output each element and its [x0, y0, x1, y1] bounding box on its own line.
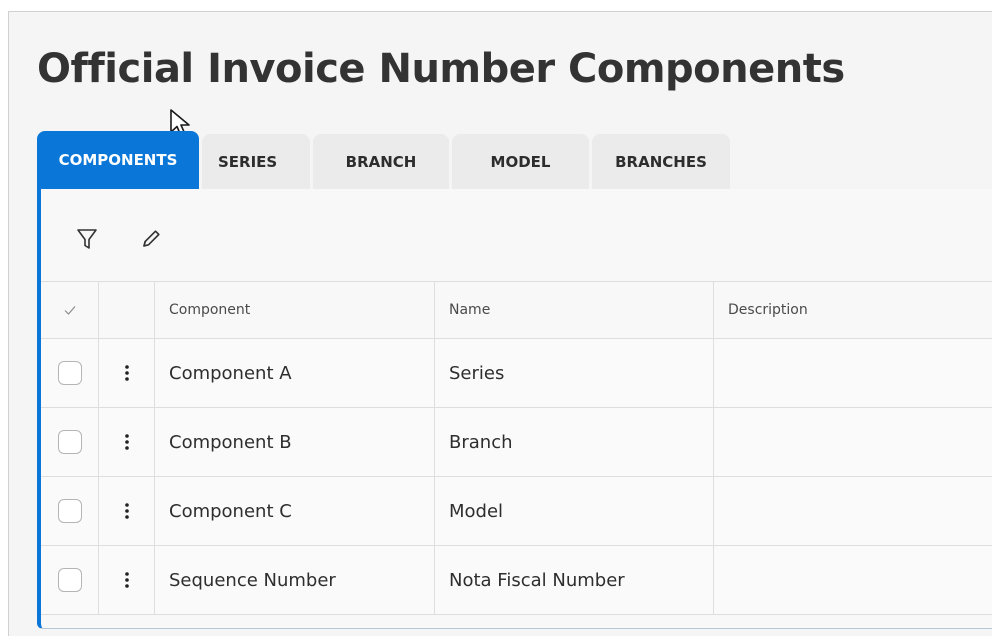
cell-description: [714, 546, 992, 614]
kebab-menu-icon: [124, 365, 129, 381]
row-menu-cell: [99, 339, 155, 407]
grid-header-row: Component Name Description: [41, 282, 992, 339]
column-header-description[interactable]: Description: [714, 282, 992, 338]
components-panel: Component Name Description Component A S…: [37, 189, 992, 629]
row-menu-cell: [99, 546, 155, 614]
table-row[interactable]: Component A Series: [41, 339, 992, 408]
row-actions-button[interactable]: [117, 568, 137, 592]
components-grid: Component Name Description Component A S…: [41, 281, 992, 615]
tab-branch-label: BRANCH: [345, 152, 417, 171]
row-checkbox-cell: [41, 477, 99, 545]
row-actions-button[interactable]: [117, 430, 137, 454]
row-actions-button[interactable]: [117, 361, 137, 385]
row-checkbox-cell: [41, 339, 99, 407]
row-menu-cell: [99, 408, 155, 476]
tab-components-label: COMPONENTS: [58, 151, 178, 169]
cell-component: Component B: [155, 408, 435, 476]
kebab-menu-icon: [124, 503, 129, 519]
tab-series-label: SERIES: [218, 152, 278, 171]
page-container: Official Invoice Number Components COMPO…: [8, 11, 992, 636]
row-checkbox-cell: [41, 546, 99, 614]
row-checkbox[interactable]: [57, 499, 82, 523]
header-menu-cell: [99, 282, 155, 338]
filter-button[interactable]: [73, 225, 101, 253]
tab-branches[interactable]: BRANCHES: [592, 134, 730, 189]
pencil-icon: [143, 230, 160, 247]
edit-button[interactable]: [137, 225, 165, 253]
grid-toolbar: [41, 189, 992, 281]
row-checkbox-cell: [41, 408, 99, 476]
row-checkbox[interactable]: [57, 568, 82, 592]
kebab-menu-icon: [124, 434, 129, 450]
table-row[interactable]: Component B Branch: [41, 408, 992, 477]
table-row[interactable]: Sequence Number Nota Fiscal Number: [41, 546, 992, 615]
row-checkbox[interactable]: [57, 361, 82, 385]
select-all-cell[interactable]: [41, 282, 99, 338]
tab-model-label: MODEL: [490, 152, 551, 171]
tab-branch[interactable]: BRANCH: [313, 134, 449, 189]
cell-description: [714, 339, 992, 407]
row-checkbox[interactable]: [57, 430, 82, 454]
tab-bar: COMPONENTS SERIES BRANCH MODEL BRANCHES: [37, 131, 730, 189]
cell-name: Series: [435, 339, 714, 407]
cell-name: Branch: [435, 408, 714, 476]
column-header-name[interactable]: Name: [435, 282, 714, 338]
kebab-menu-icon: [124, 572, 129, 588]
check-icon: [64, 306, 75, 315]
filter-icon: [77, 229, 97, 249]
cell-description: [714, 408, 992, 476]
cell-component: Component A: [155, 339, 435, 407]
tab-branches-label: BRANCHES: [615, 152, 707, 171]
column-header-component[interactable]: Component: [155, 282, 435, 338]
cell-description: [714, 477, 992, 545]
tab-components[interactable]: COMPONENTS: [37, 131, 199, 189]
row-actions-button[interactable]: [117, 499, 137, 523]
cell-component: Sequence Number: [155, 546, 435, 614]
page-title: Official Invoice Number Components: [37, 46, 845, 92]
cell-name: Nota Fiscal Number: [435, 546, 714, 614]
table-row[interactable]: Component C Model: [41, 477, 992, 546]
row-menu-cell: [99, 477, 155, 545]
tab-model[interactable]: MODEL: [452, 134, 589, 189]
cell-component: Component C: [155, 477, 435, 545]
tab-series[interactable]: SERIES: [202, 134, 310, 189]
cell-name: Model: [435, 477, 714, 545]
